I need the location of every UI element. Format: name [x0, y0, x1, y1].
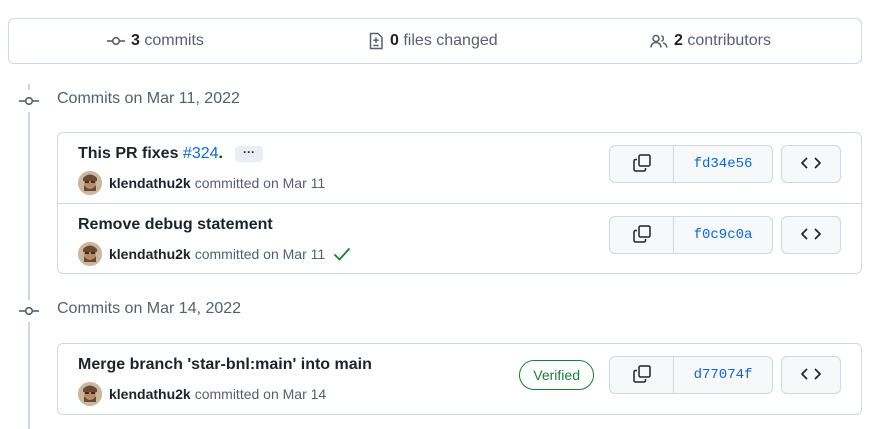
code-icon	[801, 156, 821, 173]
commit-sha-group: fd34e56	[609, 145, 773, 183]
git-commit-icon	[18, 90, 40, 112]
file-diff-icon	[368, 32, 384, 50]
commit-sha-link[interactable]: d77074f	[674, 357, 772, 393]
commit-sha-group: f0c9c0a	[609, 216, 773, 254]
git-commit-icon	[18, 300, 40, 322]
commit-author[interactable]: klendathu2k	[109, 386, 191, 402]
commit-author[interactable]: klendathu2k	[109, 246, 191, 262]
commit-sha-group: d77074f	[609, 356, 773, 394]
commit-meta: klendathu2k committed on Mar 11	[78, 171, 325, 195]
commit-date: committed on Mar 11	[194, 246, 326, 262]
browse-repo-button[interactable]	[781, 356, 841, 394]
commit-title[interactable]: Remove debug statement	[78, 216, 273, 234]
browse-repo-button[interactable]	[781, 145, 841, 183]
avatar[interactable]	[78, 242, 102, 266]
people-icon	[650, 33, 668, 49]
copy-sha-button[interactable]	[610, 357, 674, 393]
check-icon[interactable]	[333, 246, 351, 262]
commit-group-title: Commits on Mar 11, 2022	[57, 90, 240, 107]
expand-message-button[interactable]: ···	[234, 146, 263, 162]
commit-row: This PR fixes #324 . ··· klendathu2k com…	[58, 133, 861, 203]
commit-group-list: This PR fixes #324 . ··· klendathu2k com…	[57, 132, 862, 274]
code-icon	[801, 367, 821, 384]
copy-sha-button[interactable]	[610, 217, 674, 253]
commit-group-title: Commits on Mar 14, 2022	[57, 300, 242, 317]
commit-meta: klendathu2k committed on Mar 11	[78, 242, 351, 266]
commits-summary[interactable]: 3 commits	[107, 19, 204, 63]
commit-date: committed on Mar 11	[194, 175, 326, 191]
commit-sha-link[interactable]: f0c9c0a	[674, 217, 772, 253]
copy-icon	[632, 224, 652, 247]
contributors-count: 2	[674, 32, 683, 49]
contributors-label: contributors	[687, 32, 771, 49]
commit-title-text[interactable]: This PR fixes	[78, 145, 183, 163]
copy-sha-button[interactable]	[610, 146, 674, 182]
issue-link[interactable]: #324	[183, 145, 219, 163]
contributors-summary[interactable]: 2 contributors	[650, 19, 771, 63]
commit-meta: klendathu2k committed on Mar 14	[78, 382, 326, 406]
commits-count: 3	[131, 32, 140, 49]
files-label: files changed	[403, 32, 498, 49]
files-changed-summary[interactable]: 0 files changed	[368, 19, 498, 63]
avatar[interactable]	[78, 382, 102, 406]
commit-row: Remove debug statement klendathu2k commi…	[58, 203, 861, 273]
browse-repo-button[interactable]	[781, 216, 841, 254]
git-commit-icon	[107, 33, 125, 49]
commit-sha-link[interactable]: fd34e56	[674, 146, 772, 182]
commit-group-list: Merge branch 'star-bnl:main' into main k…	[57, 343, 862, 415]
commit-author[interactable]: klendathu2k	[109, 175, 191, 191]
commit-row: Merge branch 'star-bnl:main' into main k…	[58, 344, 861, 414]
commit-title-suffix: .	[218, 145, 223, 162]
commit-date: committed on Mar 14	[194, 386, 327, 402]
commits-label: commits	[144, 32, 204, 49]
code-icon	[801, 227, 821, 244]
files-count: 0	[390, 32, 399, 49]
commit-title[interactable]: This PR fixes #324 . ···	[78, 145, 263, 163]
copy-icon	[632, 153, 652, 176]
copy-icon	[632, 364, 652, 387]
verified-badge[interactable]: Verified	[519, 360, 594, 390]
avatar[interactable]	[78, 171, 102, 195]
pr-summary-bar: 3 commits 0 files changed 2 contributors	[8, 18, 862, 64]
timeline-line	[28, 84, 30, 429]
commit-title[interactable]: Merge branch 'star-bnl:main' into main	[78, 356, 372, 374]
